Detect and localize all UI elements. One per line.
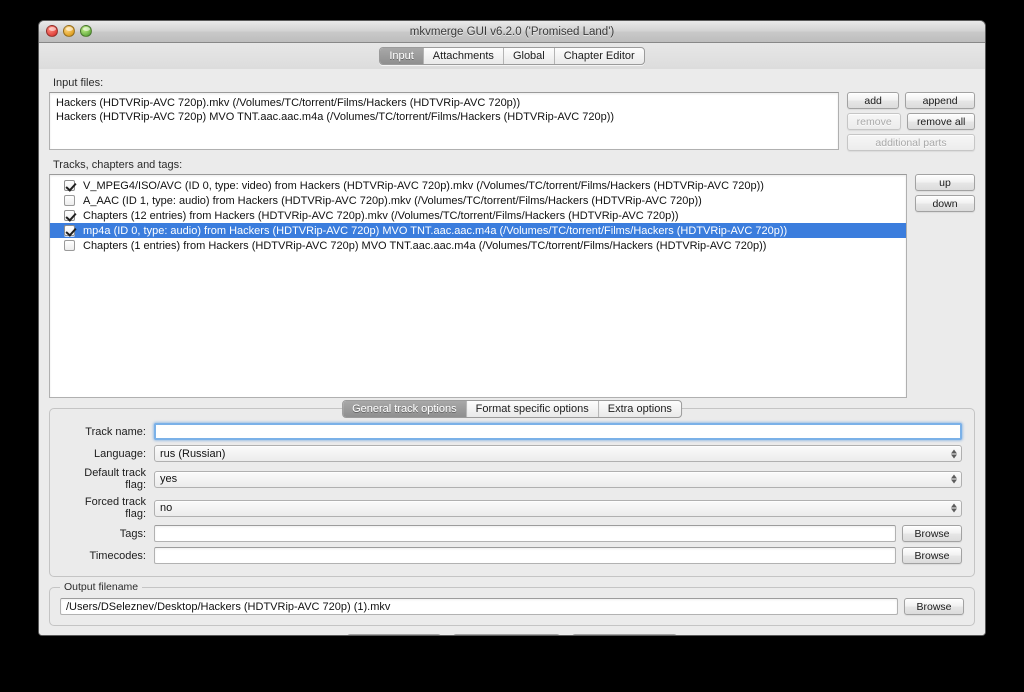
output-browse-button[interactable]: Browse (904, 598, 964, 615)
window-title: mkvmerge GUI v6.2.0 ('Promised Land') (409, 26, 615, 38)
forced-track-flag-select[interactable]: no (154, 499, 962, 517)
stepper-arrows-icon (951, 449, 957, 458)
additional-parts-button: additional parts (847, 134, 975, 151)
input-panel: Input files: Hackers (HDTVRip-AVC 720p).… (39, 69, 985, 635)
language-row: rus (Russian) (154, 445, 962, 462)
forced-track-flag-row: no (154, 499, 962, 517)
table-row[interactable]: Chapters (12 entries) from Hackers (HDTV… (50, 208, 906, 223)
default-track-flag-select[interactable]: yes (154, 470, 962, 488)
input-files-buttons: add append remove remove all additional … (847, 92, 976, 151)
subtab-general-track-options[interactable]: General track options (343, 401, 467, 417)
track-checkbox[interactable] (64, 210, 75, 221)
output-filename-title: Output filename (60, 581, 143, 593)
track-label: mp4a (ID 0, type: audio) from Hackers (H… (83, 224, 788, 237)
move-down-button[interactable]: down (915, 195, 975, 212)
language-value: rus (Russian) (160, 447, 226, 460)
tracks-row: V_MPEG4/ISO/AVC (ID 0, type: video) from… (49, 174, 975, 398)
input-files-label: Input files: (53, 77, 104, 89)
tab-strip: Input Attachments Global Chapter Editor (379, 47, 645, 65)
remove-all-button[interactable]: remove all (907, 113, 976, 130)
add-append-row: add append (847, 92, 976, 109)
track-checkbox[interactable] (64, 195, 75, 206)
table-row[interactable]: mp4a (ID 0, type: audio) from Hackers (H… (50, 223, 906, 238)
tags-input[interactable] (154, 525, 896, 542)
stepper-arrows-icon (951, 474, 957, 484)
timecodes-label: Timecodes: (89, 549, 146, 562)
forced-track-flag-value: no (160, 502, 173, 514)
output-filename-row: /Users/DSeleznev/Desktop/Hackers (HDTVRi… (60, 598, 964, 615)
title-bar[interactable]: mkvmerge GUI v6.2.0 ('Promised Land') (39, 21, 985, 43)
add-to-job-queue-button[interactable]: Add to job queue (572, 634, 678, 635)
tab-global[interactable]: Global (504, 48, 555, 64)
append-button[interactable]: append (905, 92, 976, 109)
language-label: Language: (94, 447, 146, 460)
output-filename-input[interactable]: /Users/DSeleznev/Desktop/Hackers (HDTVRi… (60, 598, 898, 615)
list-item[interactable]: Hackers (HDTVRip-AVC 720p).mkv (/Volumes… (50, 96, 838, 110)
add-button[interactable]: add (847, 92, 900, 109)
close-button[interactable] (46, 25, 58, 37)
table-row[interactable]: A_AAC (ID 1, type: audio) from Hackers (… (50, 193, 906, 208)
track-label: Chapters (12 entries) from Hackers (HDTV… (83, 209, 679, 222)
tags-label: Tags: (119, 527, 146, 540)
subtab-format-specific-options[interactable]: Format specific options (467, 401, 599, 417)
table-row[interactable]: V_MPEG4/ISO/AVC (ID 0, type: video) from… (50, 178, 906, 193)
default-track-flag-row: yes (154, 470, 962, 488)
copy-to-clipboard-button[interactable]: Copy to clipboard (452, 634, 561, 635)
default-track-flag-label: Default track flag: (84, 467, 146, 491)
track-label: Chapters (1 entries) from Hackers (HDTVR… (83, 239, 767, 252)
tags-browse-button[interactable]: Browse (902, 525, 962, 542)
input-files-list[interactable]: Hackers (HDTVRip-AVC 720p).mkv (/Volumes… (49, 92, 839, 150)
track-name-input[interactable] (154, 423, 962, 440)
language-select[interactable]: rus (Russian) (154, 445, 962, 462)
tags-row: Browse (154, 525, 962, 542)
remove-button: remove (847, 113, 902, 130)
table-row[interactable]: Chapters (1 entries) from Hackers (HDTVR… (50, 238, 906, 253)
tracks-label: Tracks, chapters and tags: (53, 159, 183, 171)
list-item[interactable]: Hackers (HDTVRip-AVC 720p) MVO TNT.aac.a… (50, 110, 838, 124)
app-window: mkvmerge GUI v6.2.0 ('Promised Land') In… (38, 20, 986, 636)
window-controls (46, 25, 92, 37)
move-up-button[interactable]: up (915, 174, 975, 191)
general-track-options-form: Track name: Language: rus (Russian) Defa… (62, 423, 962, 564)
track-checkbox[interactable] (64, 180, 75, 191)
default-track-flag-value: yes (160, 473, 178, 485)
tab-attachments[interactable]: Attachments (424, 48, 504, 64)
track-checkbox[interactable] (64, 225, 75, 236)
output-filename-group: Output filename /Users/DSeleznev/Desktop… (49, 581, 975, 626)
zoom-button[interactable] (80, 25, 92, 37)
forced-track-flag-label: Forced track flag: (84, 496, 146, 520)
options-subtabs: General track options Format specific op… (342, 400, 682, 418)
track-order-buttons: up down (915, 174, 975, 212)
track-name-label: Track name: (85, 425, 146, 438)
input-files-row: Hackers (HDTVRip-AVC 720p).mkv (/Volumes… (49, 92, 976, 151)
minimize-button[interactable] (63, 25, 75, 37)
start-muxing-button[interactable]: Start muxing (346, 634, 441, 635)
action-buttons: Start muxing Copy to clipboard Add to jo… (49, 634, 975, 635)
stepper-arrows-icon (951, 503, 957, 513)
tab-chapter-editor[interactable]: Chapter Editor (555, 48, 644, 64)
track-name-row (154, 423, 962, 440)
track-checkbox[interactable] (64, 240, 75, 251)
tab-input[interactable]: Input (380, 48, 424, 64)
track-label: A_AAC (ID 1, type: audio) from Hackers (… (83, 194, 702, 207)
track-options-group: General track options Format specific op… (49, 400, 975, 577)
remove-row: remove remove all (847, 113, 976, 130)
track-label: V_MPEG4/ISO/AVC (ID 0, type: video) from… (83, 179, 764, 192)
timecodes-input[interactable] (154, 547, 896, 564)
tracks-list[interactable]: V_MPEG4/ISO/AVC (ID 0, type: video) from… (49, 174, 907, 398)
timecodes-browse-button[interactable]: Browse (902, 547, 962, 564)
timecodes-row: Browse (154, 547, 962, 564)
main-tabbar: Input Attachments Global Chapter Editor (39, 43, 985, 69)
subtab-extra-options[interactable]: Extra options (599, 401, 681, 417)
